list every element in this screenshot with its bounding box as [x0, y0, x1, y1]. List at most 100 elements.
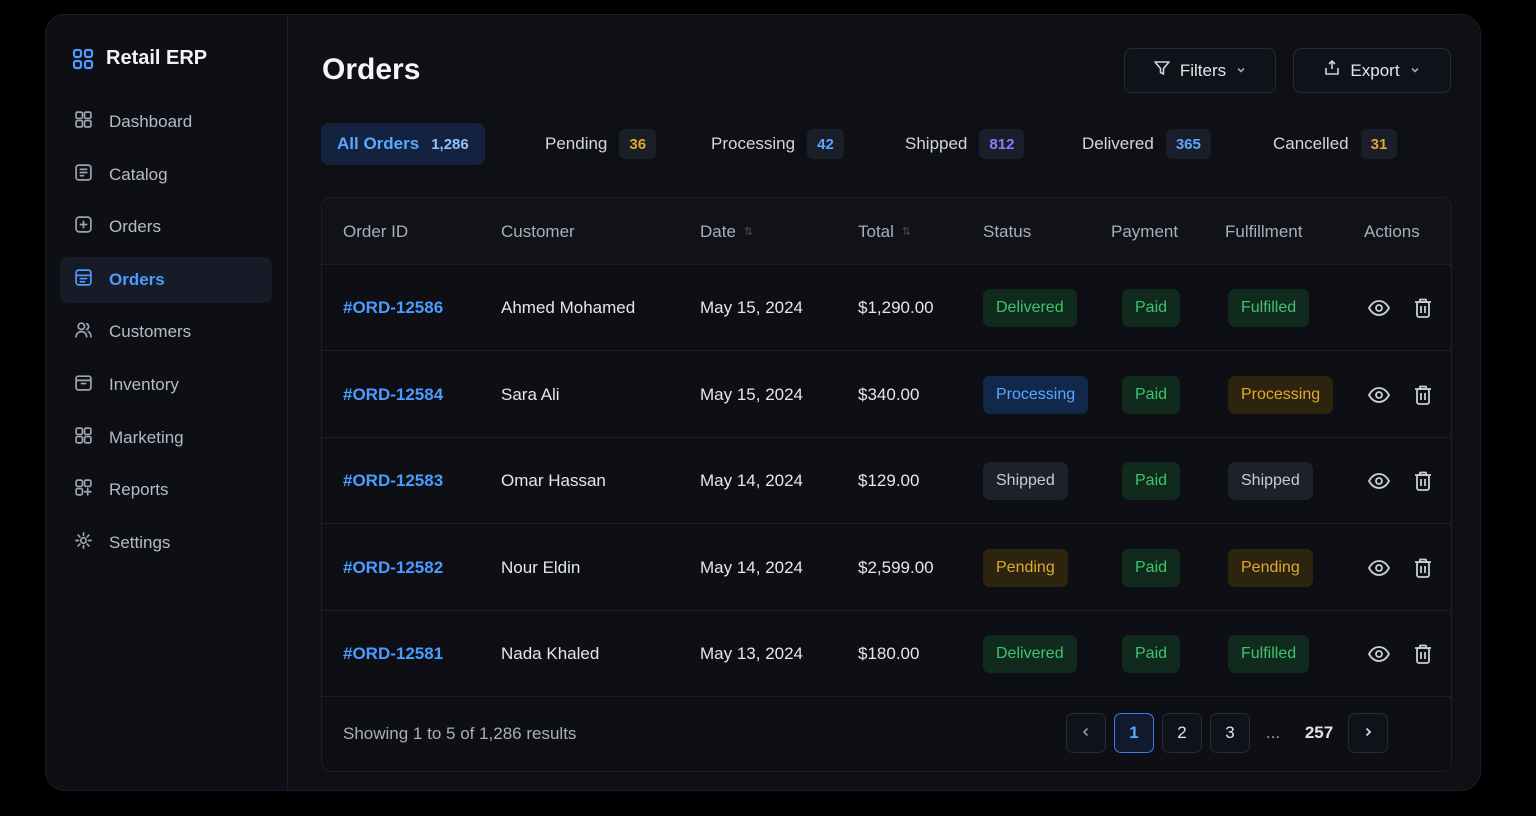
fulfillment-badge-cell: Processing [1228, 352, 1334, 438]
tab-cancelled[interactable]: Cancelled 31 [1257, 123, 1413, 165]
sidebar-item-label: Catalog [109, 164, 168, 184]
results-summary: Showing 1 to 5 of 1,286 results [343, 724, 577, 743]
tab-delivered[interactable]: Delivered 365 [1066, 123, 1227, 165]
sidebar-item-customers[interactable]: Customers [60, 309, 272, 355]
tab-count-badge: 42 [807, 129, 844, 159]
order-date: May 14, 2024 [700, 471, 804, 490]
sidebar-item-label: Marketing [109, 427, 184, 447]
table-row[interactable]: #ORD-12583 Omar Hassan May 14, 2024 $129.00… [322, 438, 1451, 524]
order-id-link[interactable]: #ORD-12586 [343, 265, 443, 351]
sidebar-item-label: Settings [109, 532, 171, 552]
sort-icon[interactable]: ⇅ [902, 225, 911, 238]
table-row[interactable]: #ORD-12586 Ahmed Mohamed May 15, 2024 $1,29… [322, 265, 1451, 351]
tab-label: Cancelled [1273, 134, 1349, 153]
tab-label: Processing [711, 134, 796, 153]
order-id-link[interactable]: #ORD-12581 [343, 611, 443, 697]
tab-processing[interactable]: Processing 42 [695, 123, 860, 165]
table-row[interactable]: #ORD-12584 Sara Ali May 15, 2024 $340.00 Pro… [322, 352, 1451, 438]
filters-button[interactable]: Filters [1124, 48, 1276, 93]
payment-badge: Paid [1122, 548, 1181, 587]
column-header-total[interactable]: Total ⇅ [858, 198, 911, 265]
order-date: May 14, 2024 [700, 557, 804, 577]
sidebar-item-inventory[interactable]: Inventory [60, 362, 272, 408]
column-header-label: Actions [1364, 221, 1420, 241]
status-badge: Shipped [983, 462, 1068, 500]
column-header-label: Date [700, 221, 736, 241]
tab-all-orders[interactable]: All Orders 1,286 [321, 123, 485, 165]
order-id-link[interactable]: #ORD-12582 [343, 525, 443, 611]
order-total: $180.00 [858, 644, 920, 663]
status-badge-cell: Delivered [983, 265, 1077, 351]
order-total: $340.00 [858, 384, 920, 404]
order-total: $2,599.00 [858, 557, 934, 577]
column-header-payment: Payment [1111, 198, 1178, 265]
sidebar-item-label: Orders [109, 217, 161, 237]
next-page-button[interactable] [1348, 713, 1388, 753]
sidebar: Retail ERP Dashboard Catalog Orders Orders C… [46, 15, 288, 790]
tab-pending[interactable]: Pending 36 [529, 123, 672, 165]
sidebar-item-orders[interactable]: Orders [60, 204, 272, 250]
delete-trash-icon[interactable] [1413, 297, 1433, 324]
payment-badge-cell: Paid [1122, 438, 1181, 524]
fulfillment-badge-cell: Fulfilled [1228, 611, 1310, 697]
payment-badge: Paid [1122, 375, 1181, 414]
tab-count-badge: 1,286 [431, 135, 469, 153]
view-eye-icon[interactable] [1367, 557, 1391, 584]
table-row[interactable]: #ORD-12581 Nada Khaled May 13, 2024 $180.00… [322, 611, 1451, 697]
order-id-link[interactable]: #ORD-12584 [343, 352, 443, 438]
sidebar-item-label: Inventory [109, 374, 179, 394]
sidebar-item-label: Customers [109, 322, 192, 342]
export-icon [1323, 59, 1341, 82]
tab-count-badge: 36 [619, 129, 657, 159]
tab-count-badge: 812 [979, 129, 1025, 159]
sidebar-item-orders[interactable]: Orders [60, 256, 272, 303]
status-badge-cell: Processing [983, 352, 1089, 438]
chevron-right-icon [1362, 723, 1374, 743]
sort-icon[interactable]: ⇅ [744, 225, 753, 238]
payment-badge-cell: Paid [1122, 525, 1181, 611]
status-badge: Delivered [983, 635, 1077, 673]
column-header-label: Fulfillment [1225, 221, 1303, 241]
tab-label: Shipped [905, 134, 968, 153]
column-header-date[interactable]: Date ⇅ [700, 198, 753, 265]
sidebar-item-catalog[interactable]: Catalog [60, 152, 272, 198]
sidebar-item-reports[interactable]: Reports [60, 467, 272, 513]
export-button[interactable]: Export [1293, 48, 1451, 93]
chevron-down-icon [1235, 61, 1247, 81]
prev-page-button[interactable] [1066, 713, 1106, 753]
view-eye-icon[interactable] [1367, 297, 1391, 324]
order-date: May 15, 2024 [700, 298, 804, 317]
page-1-button[interactable]: 1 [1114, 713, 1154, 753]
delete-trash-icon[interactable] [1413, 643, 1433, 670]
brand[interactable]: Retail ERP [72, 47, 207, 70]
page-2-button[interactable]: 2 [1162, 713, 1202, 753]
fulfillment-badge-cell: Shipped [1228, 438, 1313, 524]
table-row[interactable]: #ORD-12582 Nour Eldin May 14, 2024 $2,599.0… [322, 525, 1451, 611]
tab-shipped[interactable]: Shipped 812 [889, 123, 1040, 165]
page-last-button[interactable]: 257 [1294, 713, 1344, 753]
sidebar-item-dashboard[interactable]: Dashboard [60, 99, 272, 145]
view-eye-icon[interactable] [1367, 643, 1391, 670]
delete-trash-icon[interactable] [1413, 384, 1433, 411]
status-badge-cell: Pending [983, 525, 1068, 611]
fulfillment-badge-cell: Pending [1228, 525, 1313, 611]
gear-icon [74, 531, 93, 555]
app-window: Retail ERP Dashboard Catalog Orders Orders C… [45, 14, 1481, 791]
order-id-link[interactable]: #ORD-12583 [343, 438, 443, 524]
sidebar-item-settings[interactable]: Settings [60, 520, 272, 566]
marketing-icon [74, 426, 93, 450]
status-badge: Delivered [983, 289, 1077, 327]
sidebar-item-label: Orders [109, 269, 165, 289]
view-eye-icon[interactable] [1367, 470, 1391, 497]
sidebar-item-marketing[interactable]: Marketing [60, 415, 272, 461]
page-3-button[interactable]: 3 [1210, 713, 1250, 753]
view-eye-icon[interactable] [1367, 384, 1391, 411]
delete-trash-icon[interactable] [1413, 557, 1433, 584]
delete-trash-icon[interactable] [1413, 470, 1433, 497]
column-header-status: Status [983, 198, 1031, 265]
status-badge: Processing [983, 375, 1089, 414]
reports-icon [74, 478, 93, 502]
status-badge-cell: Shipped [983, 438, 1068, 524]
logo-icon [72, 48, 94, 70]
column-header-label: Order ID [343, 221, 409, 241]
